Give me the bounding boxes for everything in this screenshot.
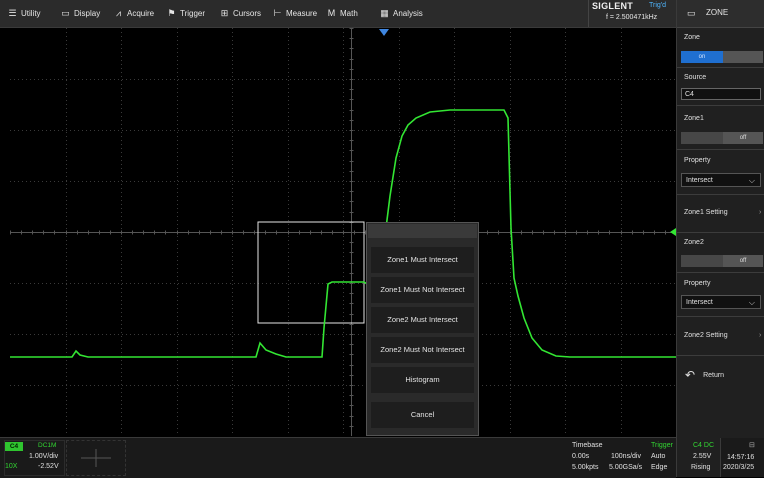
frequency-readout: f = 2.500471kHz [606, 14, 658, 21]
add-channel-slot[interactable] [66, 440, 126, 476]
chevron-right-icon: › [759, 209, 762, 216]
channel-offset: -2.52V [38, 463, 59, 470]
separator [677, 272, 764, 273]
popup-zone2-must-intersect[interactable]: Zone2 Must Intersect [371, 307, 474, 333]
separator [677, 67, 764, 68]
zone2-toggle[interactable]: off [681, 255, 763, 267]
zone-toggle[interactable]: on [681, 51, 763, 63]
clock-time: 14:57:16 [727, 454, 755, 461]
popup-histogram[interactable]: Histogram [371, 367, 474, 393]
chevron-right-icon: › [759, 332, 762, 339]
zone1-label: Zone1 [684, 115, 704, 122]
source-label: Source [684, 74, 707, 81]
waveform-grid[interactable] [10, 28, 676, 436]
return-button[interactable]: ↶ Return [685, 368, 724, 382]
separator [677, 149, 764, 150]
chevron-down-icon: ⌵ [748, 176, 755, 185]
zone2-label: Zone2 [684, 239, 704, 246]
popup-zone2-must-not-intersect[interactable]: Zone2 Must Not Intersect [371, 337, 474, 363]
back-icon: ▭ [687, 8, 696, 18]
utility-icon: ☰ [8, 8, 17, 18]
display-icon: ▭ [61, 8, 70, 18]
popup-zone1-must-intersect[interactable]: Zone1 Must Intersect [371, 247, 474, 273]
channel-coupling: DC1M [38, 442, 57, 449]
clock-date: 2020/3/25 [723, 464, 755, 471]
zone1-toggle-left-half [681, 132, 723, 144]
trigger-title: Trigger [651, 442, 673, 449]
menu-math[interactable]: M Math [326, 0, 358, 27]
timebase-points: 5.00kpts [572, 464, 599, 471]
trigger-slope: Rising [691, 464, 711, 471]
property2-value: Intersect [686, 299, 713, 306]
zone1-rectangle[interactable] [257, 221, 365, 324]
menu-analysis[interactable]: ▦ Analysis [379, 0, 423, 27]
brand-logo: SIGLENT [592, 1, 634, 11]
trigger-status: Trig'd [649, 2, 667, 9]
separator [677, 232, 764, 233]
menu-acquire[interactable]: ⩘ Acquire [113, 0, 154, 27]
menu-measure[interactable]: ⊢ Measure [272, 0, 318, 27]
popup-zone1-must-not-intersect[interactable]: Zone1 Must Not Intersect [371, 277, 474, 303]
zone1-toggle[interactable]: off [681, 132, 763, 144]
trigger-type: Edge [651, 464, 668, 471]
property1-label: Property [684, 157, 711, 164]
property2-dropdown[interactable]: Intersect ⌵ [681, 295, 761, 309]
menu-utility[interactable]: ☰ Utility [7, 0, 40, 27]
trigger-source: C4 DC [693, 442, 715, 449]
separator [677, 355, 764, 356]
trigger-level: 2.55V [693, 453, 712, 460]
menu-display[interactable]: ▭ Display [60, 0, 100, 27]
crosshair-icon [81, 449, 111, 467]
menu-trigger[interactable]: ⚑ Trigger [166, 0, 205, 27]
channel-tag: C4 [5, 442, 23, 451]
separator [677, 194, 764, 195]
acquire-icon: ⩘ [115, 8, 122, 18]
sidebar-header[interactable]: ▭ ZONE [677, 0, 764, 28]
zone1-setting-button[interactable]: Zone1 Setting › [684, 209, 761, 216]
sidebar-title: ZONE [706, 8, 729, 17]
menu-cursors[interactable]: ⊞ Cursors [219, 0, 261, 27]
separator [677, 316, 764, 317]
network-icon: ⊟ [749, 442, 755, 449]
zone2-toggle-left-half [681, 255, 723, 267]
source-field[interactable]: C4 [681, 88, 761, 100]
property1-dropdown[interactable]: Intersect ⌵ [681, 173, 761, 187]
zone2-setting-button[interactable]: Zone2 Setting › [684, 332, 761, 339]
flag-icon: ⚑ [167, 8, 176, 18]
zone2-setting-label: Zone2 Setting [684, 332, 728, 339]
chevron-down-icon: ⌵ [748, 298, 755, 307]
separator [677, 105, 764, 106]
zone-sidebar: ▭ ZONE Zone on Source C4 Zone1 off Prope… [676, 0, 764, 477]
popup-cancel[interactable]: Cancel [371, 402, 474, 428]
analysis-icon: ▦ [380, 8, 389, 18]
timebase-title: Timebase [572, 442, 603, 449]
timebase-delay: 0.00s [572, 453, 590, 460]
brand-separator [588, 0, 589, 27]
channel-volts-div: 1.00V/div [29, 453, 59, 460]
return-label: Return [703, 372, 725, 379]
math-icon: M [327, 8, 336, 18]
zone-toggle-state: on [681, 51, 723, 63]
trigger-mode: Auto [651, 453, 666, 460]
menu-bar: ☰ Utility ▭ Display ⩘ Acquire ⚑ Trigger ⊞ Cur… [0, 0, 676, 28]
clock-panel[interactable]: ⊟ 14:57:16 2020/3/25 [720, 438, 764, 477]
popup-header [368, 224, 477, 238]
return-arrow-icon: ↶ [685, 368, 696, 382]
zone-toggle-off-half [723, 51, 763, 63]
channel-probe: 10X [5, 463, 18, 470]
trigger-position-marker[interactable] [379, 29, 389, 36]
zone2-toggle-state: off [723, 255, 763, 267]
zone-action-popup: Zone1 Must Intersect Zone1 Must Not Inte… [366, 222, 479, 436]
property1-value: Intersect [686, 177, 713, 184]
zone-label: Zone [684, 34, 700, 41]
zone1-toggle-state: off [723, 132, 763, 144]
measure-icon: ⊢ [273, 8, 282, 18]
timebase-time-div: 100ns/div [611, 453, 641, 460]
zone1-setting-label: Zone1 Setting [684, 209, 728, 216]
timebase-sample-rate: 5.00GSa/s [609, 464, 643, 471]
cursors-icon: ⊞ [220, 8, 229, 18]
property2-label: Property [684, 280, 711, 287]
